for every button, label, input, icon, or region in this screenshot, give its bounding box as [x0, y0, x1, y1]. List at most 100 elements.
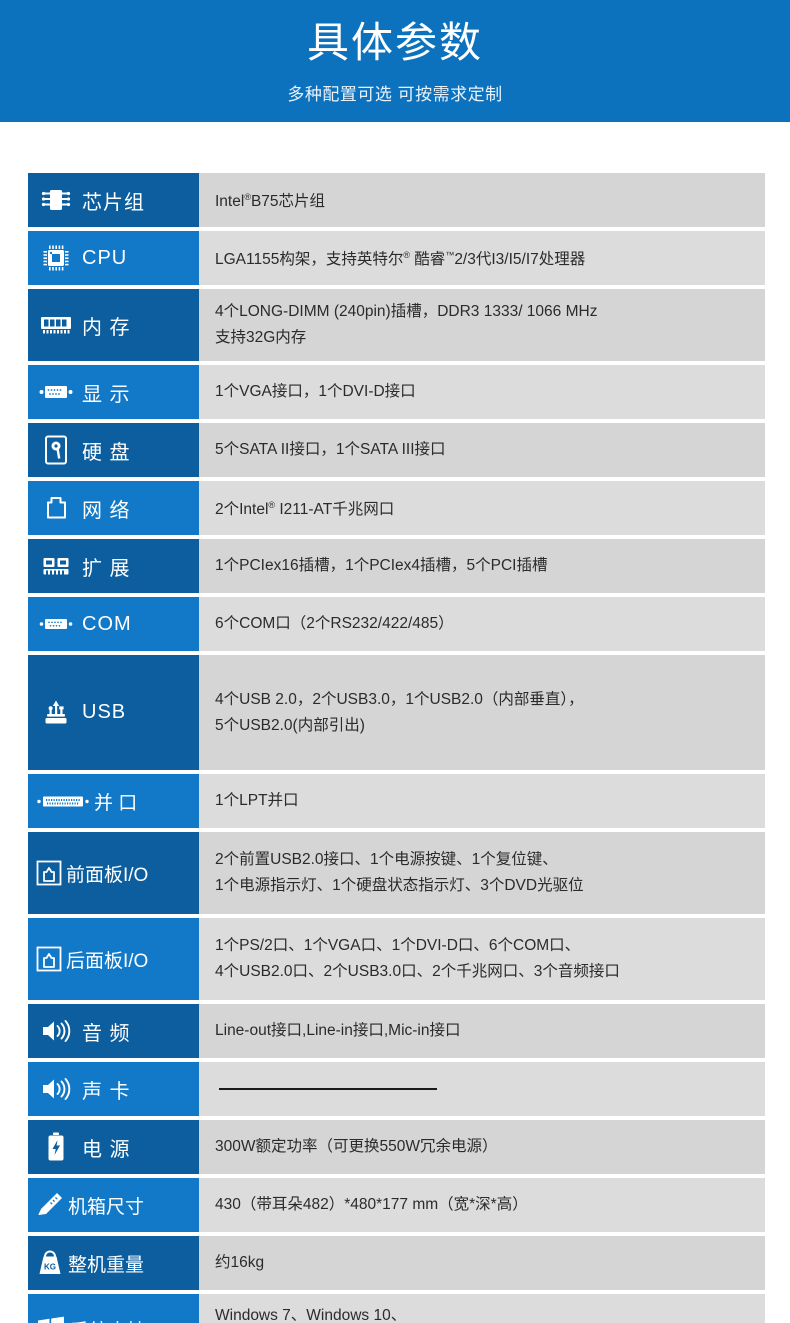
network-icon	[39, 493, 73, 523]
empty-value-rule	[219, 1088, 437, 1090]
spec-value-front-panel-io: 2个前置USB2.0接口、1个电源按键、1个复位键、 1个电源指示灯、1个硬盘状…	[199, 832, 765, 914]
harddisk-icon	[39, 435, 73, 465]
spec-label-power: 电 源	[28, 1120, 199, 1174]
usb-icon	[39, 698, 73, 728]
spec-label-cpu: CPU	[28, 231, 199, 285]
spec-value-os-support: Windows 7、Windows 10、 Centos、ubuntu等	[199, 1294, 765, 1323]
spec-label-text: 扩 展	[82, 557, 131, 580]
spec-value-line: 2个前置USB2.0接口、1个电源按键、1个复位键、	[215, 851, 558, 868]
spec-label-rear-panel-io: 后面板I/O	[28, 918, 199, 1000]
spec-value-line: 430（带耳朵482）*480*177 mm（宽*深*高）	[215, 1196, 528, 1213]
spec-label-chipset: 芯片组	[28, 173, 199, 227]
spec-label-text: 机箱尺寸	[68, 1196, 145, 1218]
table-row: 电 源 300W额定功率（可更换550W冗余电源）	[28, 1120, 765, 1174]
spec-label-usb: USB	[28, 655, 199, 770]
audio-icon	[39, 1016, 73, 1046]
table-row: 芯片组 Intel®B75芯片组	[28, 173, 765, 227]
spec-label-text: CPU	[82, 246, 128, 269]
table-row: CPU LGA1155构架，支持英特尔® 酷睿™2/3代I3/I5/I7处理器	[28, 231, 765, 285]
spec-value-line: 4个LONG-DIMM (240pin)插槽，DDR3 1333/ 1066 M…	[215, 303, 598, 320]
spec-value-line: 1个电源指示灯、1个硬盘状态指示灯、3个DVD光驱位	[215, 877, 584, 894]
spec-label-harddisk: 硬 盘	[28, 423, 199, 477]
spec-label-display: 显 示	[28, 365, 199, 419]
spec-value-audio: Line-out接口,Line-in接口,Mic-in接口	[199, 1004, 765, 1058]
spec-value-line: 4个USB 2.0，2个USB3.0，1个USB2.0（内部垂直），	[215, 690, 584, 708]
spec-value-line: 1个PCIex16插槽，1个PCIex4插槽，5个PCI插槽	[215, 557, 548, 574]
spec-value-line: LGA1155构架，支持英特尔® 酷睿™2/3代I3/I5/I7处理器	[215, 250, 586, 269]
spec-value-harddisk: 5个SATA II接口，1个SATA III接口	[199, 423, 765, 477]
spec-label-text: 声 卡	[82, 1080, 131, 1103]
memory-icon	[39, 310, 73, 340]
table-row: 机箱尺寸 430（带耳朵482）*480*177 mm（宽*深*高）	[28, 1178, 765, 1232]
table-row: 显 示 1个VGA接口，1个DVI-D接口	[28, 365, 765, 419]
table-row: 前面板I/O 2个前置USB2.0接口、1个电源按键、1个复位键、 1个电源指示…	[28, 832, 765, 914]
parallel-port-icon	[35, 786, 91, 816]
spec-label-os-support: 系统支持	[28, 1294, 199, 1323]
spec-value-line: 1个LPT并口	[215, 792, 299, 809]
chipset-icon	[39, 185, 73, 215]
spec-label-memory: 内 存	[28, 289, 199, 361]
page-subtitle: 多种配置可选 可按需求定制	[287, 85, 503, 104]
table-row: 扩 展 1个PCIex16插槽，1个PCIex4插槽，5个PCI插槽	[28, 539, 765, 593]
spec-value-rear-panel-io: 1个PS/2口、1个VGA口、1个DVI-D口、6个COM口、 4个USB2.0…	[199, 918, 765, 1000]
spec-label-text: 后面板I/O	[66, 950, 149, 972]
spec-value-line: Line-out接口,Line-in接口,Mic-in接口	[215, 1022, 461, 1039]
spec-label-text: 并 口	[94, 792, 138, 814]
front-panel-icon	[35, 858, 63, 888]
spec-label-text: 前面板I/O	[66, 864, 149, 886]
spec-value-soundcard	[199, 1062, 765, 1116]
soundcard-icon	[39, 1074, 73, 1104]
table-row: 内 存 4个LONG-DIMM (240pin)插槽，DDR3 1333/ 10…	[28, 289, 765, 361]
spec-value-display: 1个VGA接口，1个DVI-D接口	[199, 365, 765, 419]
spec-label-text: 音 频	[82, 1022, 131, 1045]
spec-value-line: 约16kg	[215, 1254, 265, 1271]
table-row: 网 络 2个Intel® I211-AT千兆网口	[28, 481, 765, 535]
spec-value-cpu: LGA1155构架，支持英特尔® 酷睿™2/3代I3/I5/I7处理器	[199, 231, 765, 285]
spec-value-line: 6个COM口（2个RS232/422/485）	[215, 615, 454, 632]
spec-value-memory: 4个LONG-DIMM (240pin)插槽，DDR3 1333/ 1066 M…	[199, 289, 765, 361]
spec-label-soundcard: 声 卡	[28, 1062, 199, 1116]
spec-sheet-page: 具体参数 多种配置可选 可按需求定制 芯片组 Intel®B75芯片组 CPU …	[0, 0, 790, 1323]
spec-value-line: Windows 7、Windows 10、	[215, 1307, 407, 1323]
spec-label-text: USB	[82, 701, 127, 723]
spec-value-line: 300W额定功率（可更换550W冗余电源）	[215, 1138, 498, 1155]
page-title: 具体参数	[306, 19, 483, 66]
spec-value-chipset: Intel®B75芯片组	[199, 173, 765, 227]
spec-label-dimensions: 机箱尺寸	[28, 1178, 199, 1232]
spec-value-line: Intel®B75芯片组	[215, 192, 326, 211]
spec-label-text: 整机重量	[68, 1254, 145, 1276]
cpu-icon	[39, 243, 73, 273]
spec-value-power: 300W额定功率（可更换550W冗余电源）	[199, 1120, 765, 1174]
table-row: 后面板I/O 1个PS/2口、1个VGA口、1个DVI-D口、6个COM口、 4…	[28, 918, 765, 1000]
spec-label-com: COM	[28, 597, 199, 651]
table-row: KG 整机重量 约16kg	[28, 1236, 765, 1290]
com-port-icon	[39, 609, 73, 639]
spec-label-text: 显 示	[82, 383, 131, 406]
svg-text:KG: KG	[44, 1263, 56, 1272]
weight-icon: KG	[35, 1248, 65, 1278]
spec-value-line: 支持32G内存	[215, 329, 307, 346]
spec-value-com: 6个COM口（2个RS232/422/485）	[199, 597, 765, 651]
spec-value-line: 5个USB2.0(内部引出)	[215, 716, 365, 734]
spec-label-front-panel-io: 前面板I/O	[28, 832, 199, 914]
spec-value-weight: 约16kg	[199, 1236, 765, 1290]
windows-icon	[35, 1314, 67, 1323]
spec-value-line: 4个USB2.0口、2个USB3.0口、2个千兆网口、3个音频接口	[215, 963, 620, 980]
spec-value-expansion: 1个PCIex16插槽，1个PCIex4插槽，5个PCI插槽	[199, 539, 765, 593]
expansion-icon	[39, 551, 73, 581]
spec-label-audio: 音 频	[28, 1004, 199, 1058]
spec-value-line: 5个SATA II接口，1个SATA III接口	[215, 441, 446, 458]
power-icon	[39, 1132, 73, 1162]
spec-label-text: 内 存	[82, 316, 131, 339]
spec-label-text: 网 络	[82, 499, 131, 522]
table-row: 硬 盘 5个SATA II接口，1个SATA III接口	[28, 423, 765, 477]
spec-value-network: 2个Intel® I211-AT千兆网口	[199, 481, 765, 535]
spec-label-text: COM	[82, 612, 132, 635]
spec-label-text: 电 源	[82, 1138, 131, 1161]
spec-value-line: 1个VGA接口，1个DVI-D接口	[215, 383, 416, 400]
dimensions-icon	[35, 1190, 65, 1220]
spec-label-network: 网 络	[28, 481, 199, 535]
rear-panel-icon	[35, 944, 63, 974]
spec-value-parallel-port: 1个LPT并口	[199, 774, 765, 828]
spec-label-text: 系统支持	[70, 1316, 146, 1323]
